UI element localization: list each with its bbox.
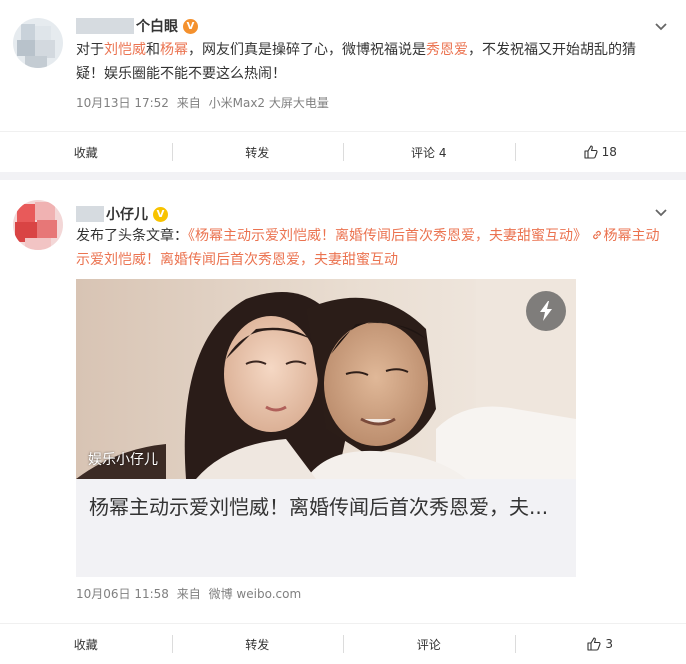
thumbs-up-icon bbox=[584, 145, 598, 159]
post-source[interactable]: 小米Max2 大屏大电量 bbox=[209, 96, 329, 110]
flash-icon[interactable] bbox=[526, 291, 566, 331]
forward-button[interactable]: 转发 bbox=[171, 132, 344, 172]
avatar[interactable] bbox=[13, 200, 63, 250]
avatar[interactable] bbox=[13, 18, 63, 68]
post-date[interactable]: 10月06日 11:58 bbox=[76, 587, 169, 601]
comment-button[interactable]: 评论 4 bbox=[343, 132, 515, 172]
action-bar: 收藏 转发 评论 3 bbox=[0, 623, 686, 664]
post-text: 发布了头条文章：《杨幂主动示爱刘恺威！离婚传闻后首次秀恩爱，夫妻甜蜜互动》 杨幂… bbox=[76, 228, 660, 268]
topic-link[interactable]: 秀恩爱 bbox=[426, 42, 468, 58]
thumbs-up-icon bbox=[587, 637, 601, 651]
link-icon bbox=[593, 230, 602, 240]
post-meta: 10月13日 17:52 来自 小米Max2 大屏大电量 bbox=[76, 94, 333, 111]
photo-watermark: 娱乐小仔儿 bbox=[88, 452, 158, 468]
blurred-name-segment bbox=[76, 206, 104, 222]
post-source[interactable]: 微博 weibo.com bbox=[209, 587, 302, 601]
blurred-name-segment bbox=[76, 18, 134, 34]
comment-button[interactable]: 评论 bbox=[343, 624, 515, 664]
author-name[interactable]: 个白眼 V bbox=[76, 14, 198, 38]
weibo-post-1: 个白眼 V 对于刘恺威和杨幂，网友们真是操碎了心，微博祝福说是秀恩爱，不发祝福又… bbox=[0, 0, 686, 172]
post-date[interactable]: 10月13日 17:52 bbox=[76, 96, 169, 110]
article-photo: 娱乐小仔儿 bbox=[76, 279, 576, 479]
verified-orange-icon: V bbox=[183, 18, 198, 34]
like-button[interactable]: 18 bbox=[514, 132, 686, 172]
like-button[interactable]: 3 bbox=[514, 624, 686, 664]
post-text: 对于刘恺威和杨幂，网友们真是操碎了心，微博祝福说是秀恩爱，不发祝福又开始胡乱的猜… bbox=[76, 42, 636, 82]
article-title-link[interactable]: 《杨幂主动示爱刘恺威！离婚传闻后首次秀恩爱，夫妻甜蜜互动》 bbox=[188, 228, 587, 244]
article-card-title[interactable]: 杨幂主动示爱刘恺威！离婚传闻后首次秀恩爱，夫... bbox=[89, 491, 561, 523]
source-label: 来自 bbox=[176, 96, 201, 110]
chevron-down-icon[interactable] bbox=[654, 206, 668, 220]
chevron-down-icon[interactable] bbox=[654, 20, 668, 34]
action-bar: 收藏 转发 评论 4 18 bbox=[0, 131, 686, 172]
topic-link[interactable]: 杨幂 bbox=[160, 42, 188, 58]
topic-link[interactable]: 刘恺威 bbox=[104, 42, 146, 58]
weibo-post-2: 小仔儿 V 发布了头条文章：《杨幂主动示爱刘恺威！离婚传闻后首次秀恩爱，夫妻甜蜜… bbox=[0, 180, 686, 664]
source-label: 来自 bbox=[176, 587, 201, 601]
collect-button[interactable]: 收藏 bbox=[0, 132, 172, 172]
collect-button[interactable]: 收藏 bbox=[0, 624, 172, 664]
forward-button[interactable]: 转发 bbox=[171, 624, 344, 664]
article-card[interactable]: 娱乐小仔儿 杨幂主动示爱刘恺威！离婚传闻后首次秀恩爱，夫... bbox=[76, 279, 576, 577]
verified-yellow-icon: V bbox=[153, 206, 168, 222]
post-meta: 10月06日 11:58 来自 微博 weibo.com bbox=[76, 585, 305, 602]
author-name[interactable]: 小仔儿 V bbox=[76, 202, 168, 226]
